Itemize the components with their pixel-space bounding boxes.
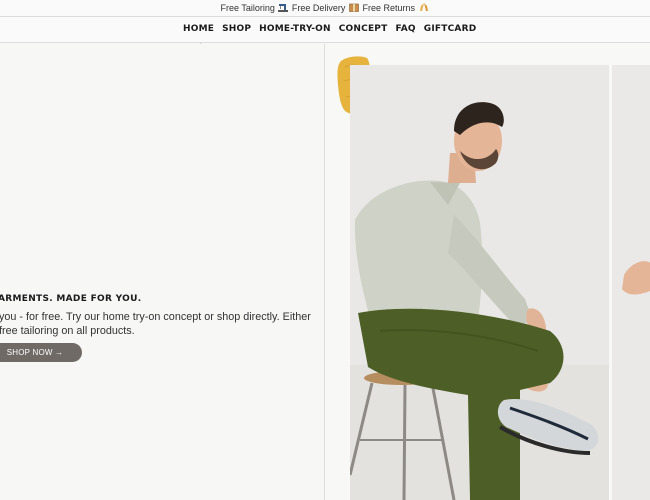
- hero-description-line-1: you - for free. Try our home try-on conc…: [0, 311, 311, 323]
- secondary-model-photo[interactable]: [612, 65, 650, 500]
- nav-shop[interactable]: SHOP: [222, 24, 251, 34]
- hero-description: you - for free. Try our home try-on conc…: [0, 310, 324, 338]
- nav-faq[interactable]: FAQ: [395, 24, 415, 34]
- sewing-machine-icon: [278, 4, 289, 12]
- announcement-tailoring: Free Tailoring: [220, 3, 275, 13]
- hero-image-panel: [326, 44, 650, 500]
- nav-list: HOME SHOP HOME-TRY-ON CONCEPT FAQ GIFTCA…: [183, 24, 476, 34]
- announcement-bar: Free Tailoring Free Delivery Free Return…: [0, 0, 650, 17]
- secondary-photo-illustration: [612, 65, 650, 500]
- main-navigation: HOME SHOP HOME-TRY-ON CONCEPT FAQ GIFTCA…: [0, 17, 650, 43]
- announcement-delivery: Free Delivery: [291, 3, 346, 13]
- hero-description-line-2: free tailoring on all products.: [0, 325, 135, 337]
- model-illustration: [350, 65, 609, 500]
- nav-home[interactable]: HOME: [183, 24, 214, 34]
- package-icon: [349, 3, 359, 12]
- hero-text-panel: ARMENTS. MADE FOR YOU. you - for free. T…: [0, 44, 325, 500]
- model-photo[interactable]: [350, 65, 609, 500]
- nav-concept[interactable]: CONCEPT: [339, 24, 388, 34]
- hands-icon: [419, 3, 428, 11]
- hero-heading: ARMENTS. MADE FOR YOU.: [0, 294, 142, 304]
- nav-giftcard[interactable]: GIFTCARD: [424, 24, 477, 34]
- nav-home-try-on[interactable]: HOME-TRY-ON: [259, 24, 331, 34]
- shop-now-button[interactable]: SHOP NOW →: [0, 343, 82, 362]
- announcement-returns: Free Returns: [362, 3, 415, 13]
